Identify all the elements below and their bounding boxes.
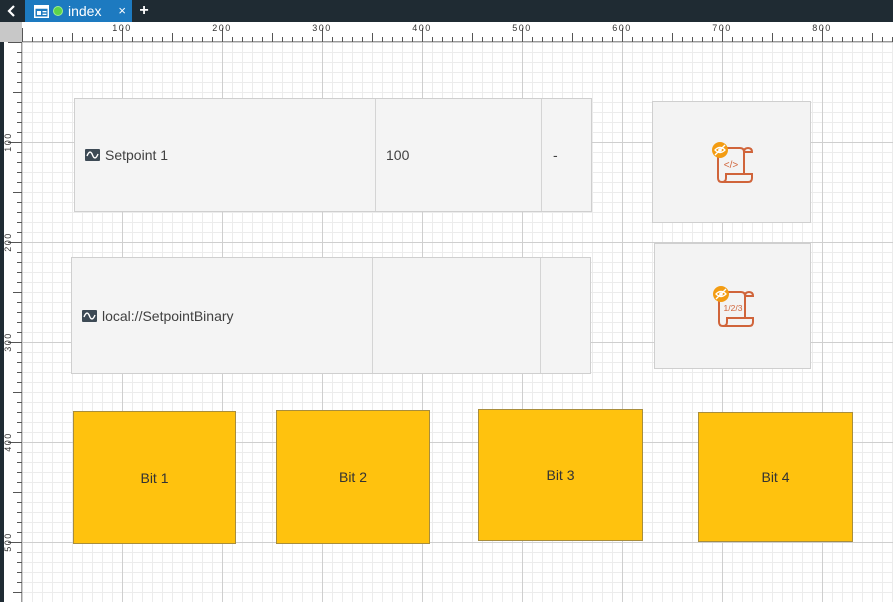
setpoint-1-widget[interactable]: Setpoint 1 100 - xyxy=(74,98,592,212)
script-code-icon: </> xyxy=(711,142,753,183)
ruler-label: 300 xyxy=(4,332,13,352)
bit-4-label: Bit 4 xyxy=(761,469,790,485)
chevron-left-icon xyxy=(7,5,15,17)
signal-wave-icon xyxy=(82,309,97,322)
setpoint-binary-label: local://SetpointBinary xyxy=(102,307,234,324)
ruler-label: 300 xyxy=(312,23,332,33)
setpoint-1-unit: - xyxy=(553,147,558,163)
ruler-label: 700 xyxy=(712,23,732,33)
setpoint-binary-widget[interactable]: local://SetpointBinary xyxy=(71,257,591,374)
setpoint-binary-unit xyxy=(541,258,591,373)
script-widget-1[interactable]: </> xyxy=(652,101,811,223)
script-widget-2[interactable]: 1/2/3 xyxy=(654,243,811,369)
editor-window: index × + 100 200 300 400 500 600 700 800 100 20… xyxy=(0,0,893,602)
bit-3-label: Bit 3 xyxy=(546,467,575,483)
signal-wave-icon xyxy=(85,149,100,161)
bit-1-button[interactable]: Bit 1 xyxy=(73,411,236,544)
ruler-horizontal[interactable]: 100 200 300 400 500 600 700 800 xyxy=(22,22,893,42)
bit-3-button[interactable]: Bit 3 xyxy=(478,409,643,541)
bit-2-button[interactable]: Bit 2 xyxy=(276,410,430,544)
ruler-label: 600 xyxy=(612,23,632,33)
setpoint-1-value[interactable]: 100 xyxy=(376,99,542,211)
ruler-label: 400 xyxy=(4,432,13,452)
ruler-horizontal-ticks: 100 200 300 400 500 600 700 800 xyxy=(22,23,893,42)
bit-4-button[interactable]: Bit 4 xyxy=(698,412,853,542)
ruler-label: 200 xyxy=(4,232,13,252)
script-sequence-glyph: 1/2/3 xyxy=(723,303,742,313)
status-dot xyxy=(53,6,63,16)
setpoint-binary-value[interactable] xyxy=(373,258,541,373)
design-canvas[interactable]: Setpoint 1 100 - local://SetpointBinary … xyxy=(22,42,893,602)
close-tab-button[interactable]: × xyxy=(118,3,126,18)
ruler-label: 100 xyxy=(4,132,13,152)
tab-label: index xyxy=(68,3,102,19)
ruler-label: 800 xyxy=(812,23,832,33)
ruler-label: 100 xyxy=(112,23,132,33)
tab-bar: index × + xyxy=(0,0,893,22)
setpoint-1-label-cell: Setpoint 1 xyxy=(75,99,376,211)
ruler-corner xyxy=(0,22,22,42)
back-button[interactable] xyxy=(0,0,24,22)
ruler-label: 400 xyxy=(412,23,432,33)
script-sequence-icon: 1/2/3 xyxy=(712,286,754,327)
add-tab-button[interactable]: + xyxy=(134,0,154,22)
page-icon xyxy=(34,4,49,18)
setpoint-1-label: Setpoint 1 xyxy=(105,147,169,163)
setpoint-binary-label-cell: local://SetpointBinary xyxy=(72,258,373,373)
tab-index[interactable]: index × xyxy=(25,0,132,22)
ruler-label: 200 xyxy=(212,23,232,33)
ruler-label: 500 xyxy=(4,532,13,552)
ruler-label: 500 xyxy=(512,23,532,33)
script-code-glyph: </> xyxy=(723,160,738,171)
ruler-vertical-ticks: 100 200 300 400 500 xyxy=(3,42,22,593)
bit-1-label: Bit 1 xyxy=(140,469,169,486)
ruler-vertical[interactable]: 100 200 300 400 500 xyxy=(3,42,22,602)
bit-2-label: Bit 2 xyxy=(338,469,367,485)
